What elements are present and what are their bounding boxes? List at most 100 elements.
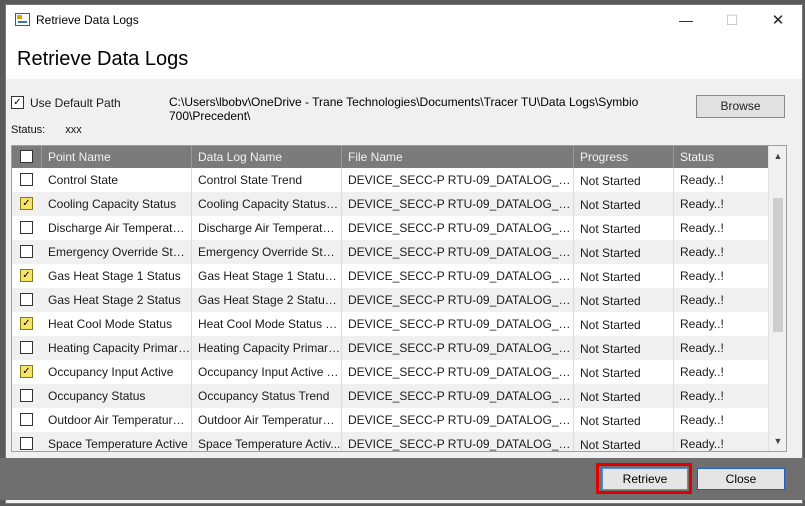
cell-progress: Not Started — [574, 432, 674, 451]
cell-data-log-name: Heating Capacity Primary ... — [192, 336, 342, 360]
column-header-file-name[interactable]: File Name — [342, 146, 574, 168]
browse-button[interactable]: Browse — [696, 95, 785, 118]
app-icon — [15, 13, 30, 26]
row-select-cell — [12, 240, 42, 264]
select-all-checkbox[interactable] — [20, 150, 33, 163]
cell-file-name: DEVICE_SECC-P RTU-09_DATALOG_12062... — [342, 240, 574, 264]
row-select-cell — [12, 168, 42, 192]
row-checkbox[interactable] — [20, 341, 33, 354]
cell-status: Ready..! — [680, 293, 724, 307]
cell-status: Ready..! — [680, 197, 724, 211]
cell-file-name: DEVICE_SECC-P RTU-09_DATALOG_12062... — [342, 312, 574, 336]
cell-data-log-name: Occupancy Status Trend — [192, 384, 342, 408]
cell-progress: Not Started — [574, 240, 674, 264]
use-default-path-label: Use Default Path — [30, 96, 121, 110]
row-checkbox[interactable] — [20, 389, 33, 402]
row-checkbox[interactable]: ✓ — [20, 317, 33, 330]
table-row[interactable]: Gas Heat Stage 2 Status Gas Heat Stage 2 … — [12, 288, 768, 312]
cell-progress: Not Started — [574, 216, 674, 240]
row-checkbox[interactable] — [20, 173, 33, 186]
cell-data-log-name: Discharge Air Temperatur... — [192, 216, 342, 240]
table-row[interactable]: Space Temperature Active Space Temperatur… — [12, 432, 768, 451]
status-label: Status: — [11, 124, 46, 136]
table-row[interactable]: Control State Control State Trend DEVICE_S… — [12, 168, 768, 192]
cell-point-name: Space Temperature Active — [42, 432, 192, 451]
cell-file-name: DEVICE_SECC-P RTU-09_DATALOG_12062... — [342, 168, 574, 192]
column-header-progress[interactable]: Progress — [574, 146, 674, 168]
cell-progress: Not Started — [574, 192, 674, 216]
window-title: Retrieve Data Logs — [36, 13, 139, 27]
row-checkbox[interactable]: ✓ — [20, 269, 33, 282]
minimize-button[interactable]: — — [663, 5, 709, 36]
table-row[interactable]: Occupancy Status Occupancy Status Trend DE… — [12, 384, 768, 408]
row-select-cell: ✓ — [12, 312, 42, 336]
page-title: Retrieve Data Logs — [17, 48, 189, 70]
cell-progress: Not Started — [574, 264, 674, 288]
table-row[interactable]: ✓ Cooling Capacity Status Cooling Capacity… — [12, 192, 768, 216]
column-header-data-log-name[interactable]: Data Log Name — [192, 146, 342, 168]
row-select-cell — [12, 288, 42, 312]
row-checkbox[interactable] — [20, 245, 33, 258]
scroll-down-icon[interactable]: ▼ — [769, 433, 786, 449]
cell-progress: Not Started — [574, 360, 674, 384]
cell-status: Ready..! — [680, 173, 724, 187]
row-select-cell — [12, 384, 42, 408]
cell-status: Ready..! — [680, 365, 724, 379]
column-header-point-name[interactable]: Point Name — [42, 146, 192, 168]
scroll-thumb[interactable] — [773, 198, 783, 332]
maximize-button[interactable]: ☐ — [709, 5, 755, 36]
column-header-status[interactable]: Status — [674, 146, 768, 168]
close-button[interactable]: Close — [697, 468, 785, 490]
cell-point-name: Heat Cool Mode Status — [42, 312, 192, 336]
cell-data-log-name: Cooling Capacity Status T... — [192, 192, 342, 216]
row-select-cell — [12, 408, 42, 432]
cell-file-name: DEVICE_SECC-P RTU-09_DATALOG_12062... — [342, 384, 574, 408]
table-row[interactable]: ✓ Gas Heat Stage 1 Status Gas Heat Stage 1… — [12, 264, 768, 288]
cell-progress: Not Started — [574, 288, 674, 312]
cell-file-name: DEVICE_SECC-P RTU-09_DATALOG_12062... — [342, 432, 574, 451]
table-row[interactable]: ✓ Heat Cool Mode Status Heat Cool Mode Sta… — [12, 312, 768, 336]
cell-status: Ready..! — [680, 413, 724, 427]
table-row[interactable]: Discharge Air Temperatur... Discharge Air… — [12, 216, 768, 240]
scroll-up-icon[interactable]: ▲ — [769, 148, 786, 164]
use-default-path-checkbox[interactable]: ✓ — [11, 96, 24, 109]
close-window-button[interactable]: ✕ — [755, 5, 801, 36]
header-panel: Retrieve Data Logs — [6, 36, 802, 79]
row-checkbox[interactable]: ✓ — [20, 365, 33, 378]
cell-point-name: Heating Capacity Primary ... — [42, 336, 192, 360]
header-select-cell — [12, 146, 42, 168]
cell-file-name: DEVICE_SECC-P RTU-09_DATALOG_12062... — [342, 264, 574, 288]
row-checkbox[interactable]: ✓ — [20, 197, 33, 210]
table-row[interactable]: Heating Capacity Primary ... Heating Capa… — [12, 336, 768, 360]
cell-file-name: DEVICE_SECC-P RTU-09_DATALOG_12062... — [342, 288, 574, 312]
row-checkbox[interactable] — [20, 221, 33, 234]
row-select-cell: ✓ — [12, 264, 42, 288]
cell-file-name: DEVICE_SECC-P RTU-09_DATALOG_12062... — [342, 408, 574, 432]
retrieve-button[interactable]: Retrieve — [602, 468, 688, 490]
cell-data-log-name: Heat Cool Mode Status Tr... — [192, 312, 342, 336]
cell-point-name: Cooling Capacity Status — [42, 192, 192, 216]
table-row[interactable]: Outdoor Air Temperature ... Outdoor Air T… — [12, 408, 768, 432]
title-bar: Retrieve Data Logs — ☐ ✕ — [6, 5, 802, 36]
table-row[interactable]: ✓ Occupancy Input Active Occupancy Input A… — [12, 360, 768, 384]
cell-data-log-name: Outdoor Air Temperature ... — [192, 408, 342, 432]
cell-data-log-name: Control State Trend — [192, 168, 342, 192]
table-row[interactable]: Emergency Override Status Emergency Overr… — [12, 240, 768, 264]
default-path-text: C:\Users\lbobv\OneDrive - Trane Technolo… — [169, 95, 639, 123]
cell-file-name: DEVICE_SECC-P RTU-09_DATALOG_12062... — [342, 192, 574, 216]
cell-status: Ready..! — [680, 221, 724, 235]
row-checkbox[interactable] — [20, 437, 33, 450]
row-checkbox[interactable] — [20, 413, 33, 426]
cell-data-log-name: Space Temperature Activ... — [192, 432, 342, 451]
row-select-cell — [12, 216, 42, 240]
row-checkbox[interactable] — [20, 293, 33, 306]
cell-data-log-name: Occupancy Input Active T... — [192, 360, 342, 384]
data-logs-table: Point Name Data Log Name File Name Progr… — [11, 145, 787, 452]
row-select-cell: ✓ — [12, 192, 42, 216]
vertical-scrollbar[interactable]: ▲ ▼ — [768, 146, 786, 451]
cell-status: Ready..! — [680, 317, 724, 331]
cell-point-name: Discharge Air Temperatur... — [42, 216, 192, 240]
cell-progress: Not Started — [574, 168, 674, 192]
row-select-cell — [12, 336, 42, 360]
row-select-cell: ✓ — [12, 360, 42, 384]
